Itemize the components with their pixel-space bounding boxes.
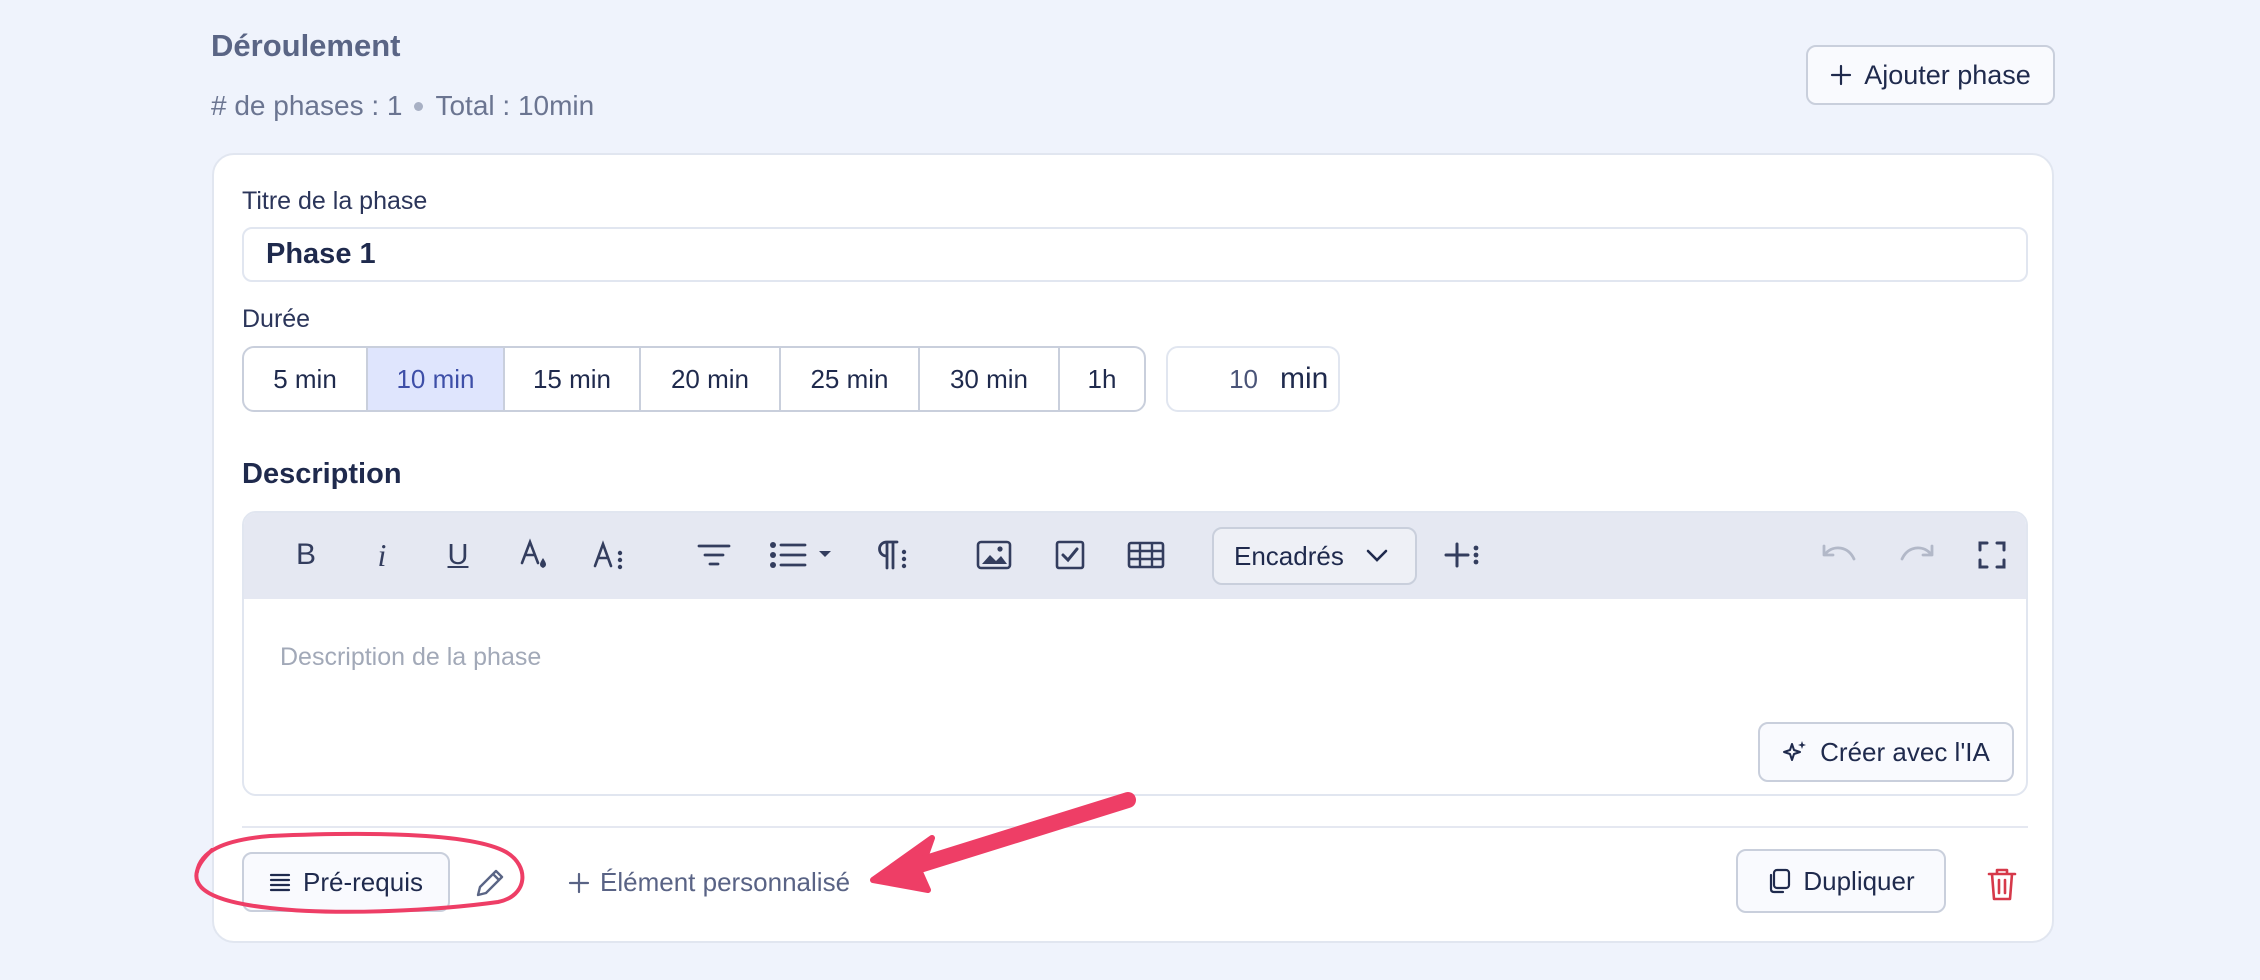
- encadres-label: Encadrés: [1234, 540, 1344, 571]
- section-title: Déroulement: [211, 28, 401, 63]
- redo-icon[interactable]: [1890, 529, 1942, 581]
- section-subtitle: # de phases : 1 Total : 10min: [211, 90, 594, 122]
- duration-options: 5 min 10 min 15 min 20 min 25 min 30 min…: [242, 346, 1146, 412]
- image-icon[interactable]: [968, 529, 1020, 581]
- copy-icon: [1770, 868, 1791, 894]
- editor-toolbar: B i U Encadrés: [244, 513, 2026, 599]
- duration-option-20min[interactable]: 20 min: [641, 348, 781, 410]
- separator-dot: [414, 101, 424, 111]
- undo-icon[interactable]: [1814, 529, 1866, 581]
- plus-icon: [1831, 64, 1852, 86]
- duration-option-10min[interactable]: 10 min: [368, 348, 505, 410]
- table-icon[interactable]: [1120, 529, 1172, 581]
- divider: [242, 826, 2028, 828]
- paragraph-icon[interactable]: [864, 529, 916, 581]
- description-heading: Description: [242, 458, 402, 490]
- phase-card: Titre de la phase Phase 1 Durée 5 min 10…: [212, 153, 2054, 943]
- sparkles-icon: [1783, 741, 1807, 761]
- create-with-ai-button[interactable]: Créer avec l'IA: [1758, 722, 2014, 782]
- duplicate-button[interactable]: Dupliquer: [1736, 849, 1946, 913]
- pencil-icon[interactable]: [466, 861, 512, 907]
- phase-count: # de phases : 1: [211, 90, 403, 121]
- prerequisites-button[interactable]: Pré-requis: [242, 852, 450, 912]
- trash-icon[interactable]: [1982, 861, 2022, 907]
- checkbox-icon[interactable]: [1044, 529, 1096, 581]
- insert-more-icon[interactable]: [1436, 529, 1488, 581]
- bullet-list-icon[interactable]: [764, 529, 840, 581]
- phase-title-input[interactable]: Phase 1: [242, 227, 2028, 282]
- duration-option-1h[interactable]: 1h: [1060, 348, 1144, 410]
- text-color-icon[interactable]: [508, 529, 560, 581]
- plus-icon: [568, 872, 590, 893]
- add-phase-label: Ajouter phase: [1864, 59, 2031, 90]
- encadres-dropdown[interactable]: Encadrés: [1212, 527, 1417, 585]
- italic-icon[interactable]: i: [356, 529, 408, 581]
- add-custom-element-button[interactable]: Élément personnalisé: [568, 867, 850, 898]
- description-placeholder[interactable]: Description de la phase: [280, 643, 541, 672]
- duration-option-30min[interactable]: 30 min: [920, 348, 1060, 410]
- list-lines-icon: [269, 873, 291, 892]
- custom-duration-value: 10: [1229, 363, 1258, 394]
- font-size-icon[interactable]: [584, 529, 636, 581]
- custom-duration-field[interactable]: 10 min: [1166, 346, 1340, 412]
- custom-element-label: Élément personnalisé: [600, 867, 851, 897]
- fullscreen-icon[interactable]: [1966, 529, 2018, 581]
- duration-option-25min[interactable]: 25 min: [781, 348, 920, 410]
- add-phase-button[interactable]: Ajouter phase: [1806, 45, 2055, 105]
- total-duration: Total : 10min: [435, 90, 595, 121]
- custom-duration-unit: min: [1280, 362, 1329, 395]
- duration-option-5min[interactable]: 5 min: [244, 348, 368, 410]
- chevron-down-icon: [1366, 549, 1388, 562]
- duration-option-15min[interactable]: 15 min: [505, 348, 641, 410]
- duplicate-label: Dupliquer: [1803, 865, 1915, 896]
- description-editor: B i U Encadrés Description de la phase C…: [242, 511, 2028, 796]
- duration-label: Durée: [242, 305, 311, 333]
- align-icon[interactable]: [688, 529, 740, 581]
- prerequisites-label: Pré-requis: [303, 866, 423, 897]
- bold-icon[interactable]: B: [280, 529, 332, 581]
- underline-icon[interactable]: U: [432, 529, 484, 581]
- create-with-ai-label: Créer avec l'IA: [1820, 736, 1990, 767]
- phase-title-value: Phase 1: [266, 238, 376, 270]
- phase-title-label: Titre de la phase: [242, 187, 428, 215]
